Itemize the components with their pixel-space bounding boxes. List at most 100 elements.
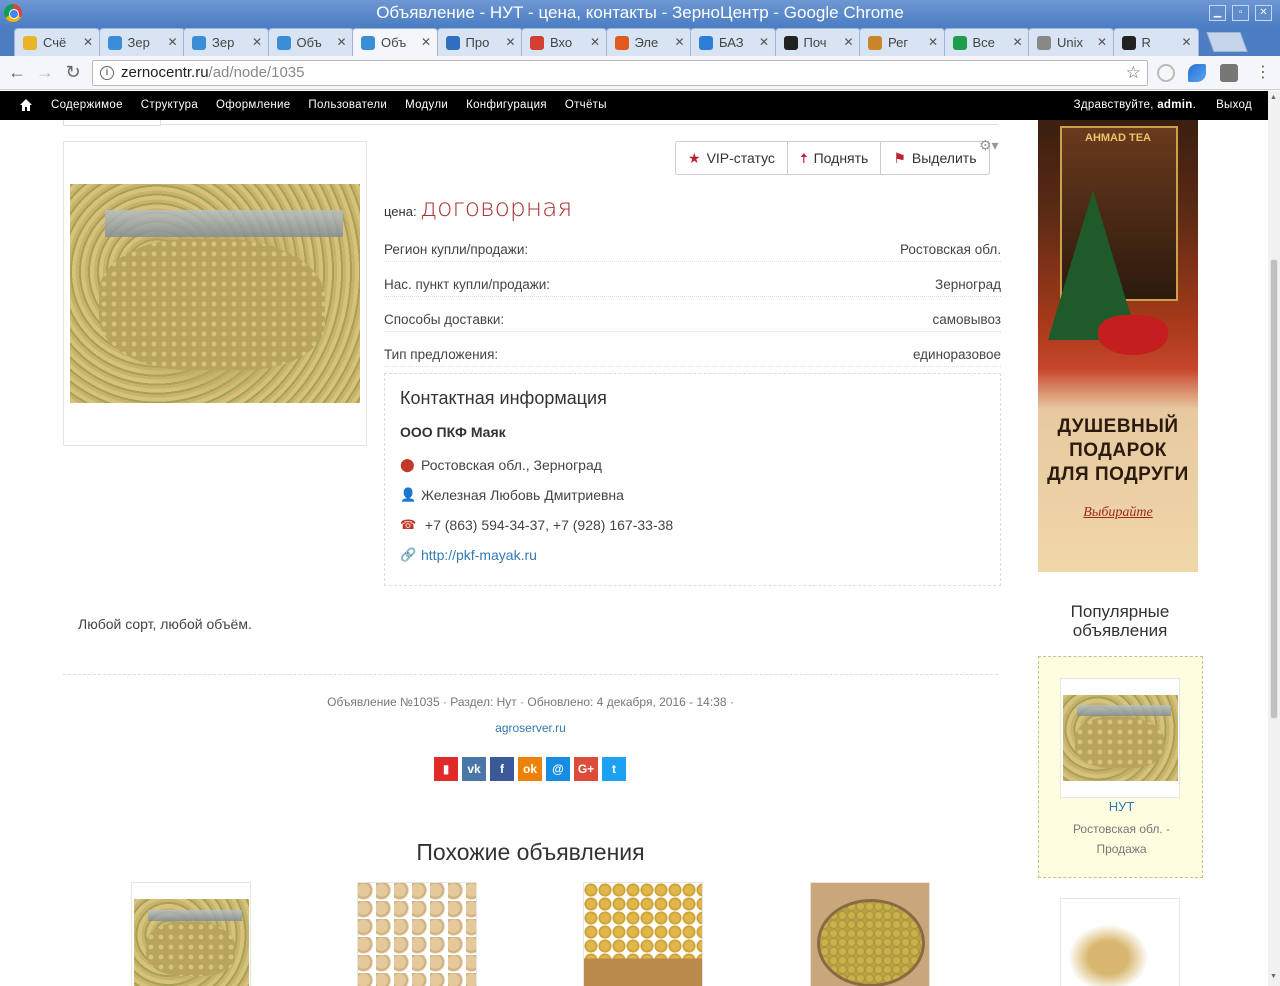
popular-item-2-image[interactable] bbox=[1060, 898, 1180, 986]
admin-greeting: Здравствуйте, admin. bbox=[1073, 99, 1197, 111]
browser-tab[interactable]: Объ ✕ bbox=[352, 28, 438, 56]
tab-close-icon[interactable]: ✕ bbox=[167, 35, 177, 49]
chrome-logo-icon bbox=[4, 4, 22, 22]
tab-close-icon[interactable]: ✕ bbox=[505, 35, 515, 49]
tab-close-icon[interactable]: ✕ bbox=[252, 35, 262, 49]
tab-close-icon[interactable]: ✕ bbox=[1181, 35, 1191, 49]
similar-item-1[interactable] bbox=[131, 882, 251, 986]
website-link[interactable]: http://pkf-mayak.ru bbox=[421, 547, 537, 563]
source-link[interactable]: agroserver.ru bbox=[63, 721, 998, 735]
browser-tab[interactable]: Счё ✕ bbox=[14, 28, 100, 56]
back-arrow-icon[interactable]: ← bbox=[6, 62, 28, 83]
bookmark-star-icon[interactable]: ☆ bbox=[1126, 61, 1141, 85]
tab-close-icon[interactable]: ✕ bbox=[1097, 35, 1107, 49]
browser-tab[interactable]: Поч ✕ bbox=[774, 28, 861, 56]
moimir-share-icon[interactable]: @ bbox=[546, 757, 570, 781]
highlight-button[interactable]: ⚑ Выделить bbox=[880, 142, 988, 174]
chickpea-photo[interactable] bbox=[70, 184, 360, 403]
browser-tab[interactable]: Зер ✕ bbox=[98, 28, 185, 56]
extension-cloud-icon[interactable] bbox=[1188, 64, 1206, 82]
home-icon[interactable] bbox=[20, 99, 32, 111]
popular-item-image[interactable] bbox=[1060, 678, 1180, 798]
browser-tab[interactable]: Объ ✕ bbox=[267, 28, 354, 56]
popular-item-title[interactable]: НУТ bbox=[1039, 799, 1204, 814]
gear-icon[interactable]: ⚙▾ bbox=[979, 137, 999, 154]
user-icon: 👤 bbox=[400, 487, 417, 502]
extension-circle-icon[interactable] bbox=[1157, 64, 1175, 82]
browser-tab[interactable]: R ✕ bbox=[1112, 28, 1199, 56]
admin-menu-item[interactable]: Структура bbox=[141, 91, 198, 120]
admin-menu-item[interactable]: Модули bbox=[405, 91, 448, 120]
new-tab-button[interactable] bbox=[1206, 32, 1248, 52]
browser-tab[interactable]: Рег ✕ bbox=[859, 28, 945, 56]
tab-label: Рег bbox=[888, 35, 909, 50]
url-host: zernocentr.ru bbox=[121, 64, 209, 81]
admin-menu: Содержимое Структура Оформление Пользовател… bbox=[51, 91, 607, 120]
browser-tab[interactable]: БАЗ ✕ bbox=[690, 28, 776, 56]
tab-favicon-icon bbox=[614, 35, 629, 50]
tab-close-icon[interactable]: ✕ bbox=[1012, 35, 1022, 49]
popular-item[interactable]: НУТ Ростовская обл. - Продажа bbox=[1038, 656, 1203, 878]
banner-ad[interactable]: AHMAD TEA ДУШЕВНЫЙ ПОДАРОК ДЛЯ ПОДРУГИ Выб… bbox=[1038, 120, 1198, 572]
url-bar[interactable]: i zernocentr.ru/ad/node/1035 ☆ bbox=[92, 60, 1148, 86]
similar-item-3[interactable] bbox=[583, 882, 703, 986]
browser-tab[interactable]: Про ✕ bbox=[436, 28, 523, 56]
tab-favicon-icon bbox=[445, 35, 460, 50]
tab-close-icon[interactable]: ✕ bbox=[928, 35, 938, 49]
tab-close-icon[interactable]: ✕ bbox=[336, 35, 346, 49]
forward-arrow-icon[interactable]: → bbox=[34, 62, 56, 83]
facebook-share-icon[interactable]: f bbox=[490, 757, 514, 781]
ad-cta[interactable]: Выбирайте bbox=[1038, 505, 1198, 521]
link-icon: 🔗 bbox=[400, 547, 417, 562]
extension-shield-icon[interactable] bbox=[1220, 64, 1238, 82]
browser-tab[interactable]: Вхо ✕ bbox=[521, 28, 607, 56]
ad-image-frame bbox=[63, 141, 367, 446]
admin-menu-item[interactable]: Конфигурация bbox=[466, 91, 547, 120]
site-info-icon[interactable]: i bbox=[100, 66, 114, 80]
tab-close-icon[interactable]: ✕ bbox=[843, 35, 853, 49]
field-row: Нас. пункт купли/продажи: Зерноград bbox=[384, 275, 1001, 297]
browser-tab[interactable]: Все ✕ bbox=[943, 28, 1030, 56]
price-value: договорная bbox=[420, 193, 573, 222]
browser-tab[interactable]: Unix ✕ bbox=[1028, 28, 1114, 56]
odnoklassniki-share-icon[interactable]: ok bbox=[518, 757, 542, 781]
similar-item-2[interactable] bbox=[357, 882, 477, 986]
raise-button[interactable]: 🠅 Поднять bbox=[786, 142, 880, 174]
reload-icon[interactable]: ↻ bbox=[62, 62, 84, 83]
scroll-up-arrow-icon[interactable]: ▲ bbox=[1270, 94, 1277, 101]
vk-share-icon[interactable]: vk bbox=[462, 757, 486, 781]
tab-close-icon[interactable]: ✕ bbox=[421, 35, 431, 49]
minimize-button[interactable]: ▁ bbox=[1209, 5, 1226, 21]
ad-meta: Объявление №1035 · Раздел: Нут · Обновле… bbox=[327, 695, 734, 709]
vip-status-button[interactable]: ★ VIP-статус bbox=[676, 142, 787, 174]
chrome-menu-icon[interactable]: ⋮ bbox=[1252, 62, 1274, 82]
admin-menu-item[interactable]: Содержимое bbox=[51, 91, 123, 120]
twitter-share-icon[interactable]: t bbox=[602, 757, 626, 781]
tab-label: Unix bbox=[1057, 35, 1084, 50]
phone-icon: ☎ bbox=[400, 517, 417, 532]
tab-close-icon[interactable]: ✕ bbox=[83, 35, 93, 49]
googleplus-share-icon[interactable]: G+ bbox=[574, 757, 598, 781]
tab-favicon-icon bbox=[276, 35, 291, 50]
tab-label: Эле bbox=[634, 35, 659, 50]
scroll-down-arrow-icon[interactable]: ▼ bbox=[1270, 973, 1277, 980]
tab-favicon-icon bbox=[192, 35, 206, 50]
bookmark-share-icon[interactable]: ▮ bbox=[434, 757, 458, 781]
tab-close-icon[interactable]: ✕ bbox=[674, 35, 684, 49]
field-value: Зерноград bbox=[935, 277, 1001, 292]
tab-close-icon[interactable]: ✕ bbox=[759, 35, 769, 49]
similar-item-4[interactable] bbox=[810, 882, 930, 986]
admin-menu-item[interactable]: Отчёты bbox=[565, 91, 607, 120]
tab-label: Счё bbox=[43, 35, 67, 50]
maximize-button[interactable]: ▫ bbox=[1232, 5, 1249, 21]
scrollbar-thumb[interactable] bbox=[1270, 259, 1278, 719]
tab-close-icon[interactable]: ✕ bbox=[590, 35, 600, 49]
page-scrollbar[interactable]: ▲ ▼ bbox=[1268, 91, 1280, 986]
contact-org: ООО ПКФ Маяк bbox=[400, 424, 506, 440]
browser-tab[interactable]: Эле ✕ bbox=[605, 28, 692, 56]
admin-menu-item[interactable]: Пользователи bbox=[308, 91, 387, 120]
close-window-button[interactable]: ✕ bbox=[1255, 5, 1272, 21]
admin-menu-item[interactable]: Оформление bbox=[216, 91, 290, 120]
browser-tab[interactable]: Зер ✕ bbox=[183, 28, 269, 56]
logout-link[interactable]: Выход bbox=[1216, 91, 1252, 120]
